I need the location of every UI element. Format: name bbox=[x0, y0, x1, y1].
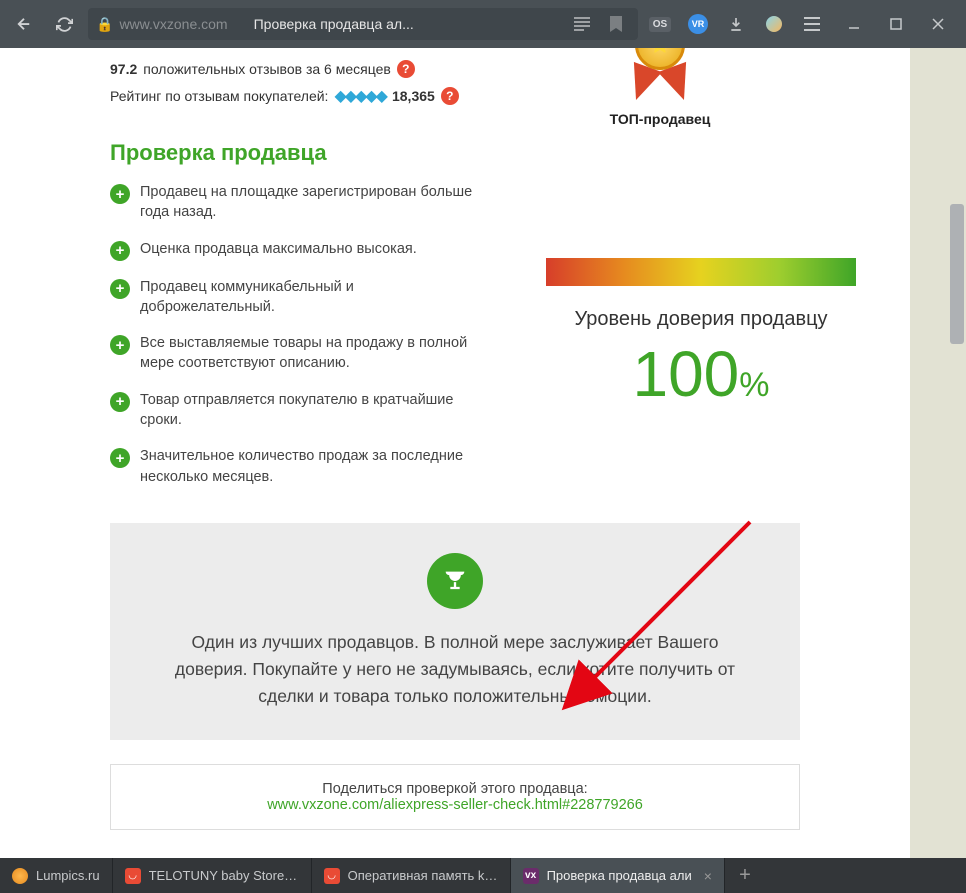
page-title-chrome: Проверка продавца ал... bbox=[254, 16, 414, 32]
tab-label: Проверка продавца али bbox=[547, 868, 692, 883]
positive-percent: 97.2 bbox=[110, 61, 137, 77]
check-item-text: Значительное количество продаж за послед… bbox=[140, 446, 480, 487]
bookmark-icon[interactable] bbox=[602, 10, 630, 38]
ext-vr-icon[interactable]: VR bbox=[684, 10, 712, 38]
ext-os-icon[interactable]: OS bbox=[646, 10, 674, 38]
verdict-box: Один из лучших продавцов. В полной мере … bbox=[110, 523, 800, 740]
reload-button[interactable] bbox=[48, 8, 80, 40]
section-title: Проверка продавца bbox=[0, 110, 910, 182]
share-box: Поделиться проверкой этого продавца: www… bbox=[110, 764, 800, 830]
help-icon[interactable]: ? bbox=[441, 87, 459, 105]
scrollbar[interactable] bbox=[948, 48, 966, 858]
top-seller-label: ТОП-продавец bbox=[580, 111, 740, 127]
trust-panel: Уровень доверия продавцу 100% bbox=[546, 258, 856, 411]
favicon: ◡ bbox=[125, 868, 141, 884]
plus-icon: + bbox=[110, 279, 130, 299]
check-list: + Продавец на площадке зарегистрирован бо… bbox=[0, 182, 480, 503]
plus-icon: + bbox=[110, 448, 130, 468]
maximize-button[interactable] bbox=[876, 8, 916, 40]
favicon: vx bbox=[523, 868, 539, 884]
tab-telotuny[interactable]: ◡ TELOTUNY baby Store - Sm bbox=[113, 858, 312, 893]
buyer-rating-label: Рейтинг по отзывам покупателей: bbox=[110, 88, 328, 104]
new-tab-button[interactable]: + bbox=[725, 858, 765, 893]
trust-value: 100 bbox=[632, 338, 739, 410]
share-label: Поделиться проверкой этого продавца: bbox=[127, 781, 783, 797]
close-window-button[interactable] bbox=[918, 8, 958, 40]
tab-lumpics[interactable]: Lumpics.ru bbox=[0, 858, 113, 893]
verdict-text: Один из лучших продавцов. В полной мере … bbox=[160, 629, 750, 710]
scrollbar-thumb[interactable] bbox=[950, 204, 964, 344]
positive-label: положительных отзывов за 6 месяцев bbox=[143, 61, 391, 77]
plus-icon: + bbox=[110, 184, 130, 204]
address-bar[interactable]: 🔒 www.vxzone.com Проверка продавца ал... bbox=[88, 8, 638, 40]
tab-label: Lumpics.ru bbox=[36, 868, 100, 883]
close-tab-icon[interactable]: × bbox=[704, 868, 712, 884]
favicon bbox=[12, 868, 28, 884]
diamond-icon: ◆◆◆◆◆ bbox=[334, 86, 386, 106]
plus-icon: + bbox=[110, 392, 130, 412]
url-text: www.vxzone.com bbox=[119, 16, 227, 32]
downloads-icon[interactable] bbox=[722, 10, 750, 38]
trust-percent-sign: % bbox=[739, 366, 769, 404]
check-item-text: Оценка продавца максимально высокая. bbox=[140, 239, 417, 259]
help-icon[interactable]: ? bbox=[397, 60, 415, 78]
favicon: ◡ bbox=[324, 868, 340, 884]
check-item-text: Продавец коммуникабельный и доброжелател… bbox=[140, 277, 480, 318]
trophy-icon bbox=[427, 553, 483, 609]
trust-label: Уровень доверия продавцу bbox=[546, 308, 856, 331]
menu-icon[interactable] bbox=[798, 10, 826, 38]
trust-gradient-bar bbox=[546, 258, 856, 286]
tab-label: Оперативная память kings bbox=[348, 868, 498, 883]
tab-label: TELOTUNY baby Store - Sm bbox=[149, 868, 299, 883]
reader-icon[interactable] bbox=[568, 10, 596, 38]
minimize-button[interactable] bbox=[834, 8, 874, 40]
check-item-text: Все выставляемые товары на продажу в пол… bbox=[140, 333, 480, 374]
tab-vxzone[interactable]: vx Проверка продавца али × bbox=[511, 858, 725, 893]
plus-icon: + bbox=[110, 335, 130, 355]
tab-ram[interactable]: ◡ Оперативная память kings bbox=[312, 858, 511, 893]
page-content: ⭐ ТОП-продавец 97.2 положительных отзыво… bbox=[0, 48, 910, 858]
lock-icon: 🔒 bbox=[96, 16, 113, 33]
back-button[interactable] bbox=[8, 8, 40, 40]
ext-dot-icon[interactable] bbox=[760, 10, 788, 38]
check-item-text: Товар отправляется покупателю в кратчайш… bbox=[140, 390, 480, 431]
tab-strip: Lumpics.ru ◡ TELOTUNY baby Store - Sm ◡ … bbox=[0, 858, 966, 893]
plus-icon: + bbox=[110, 241, 130, 261]
share-link[interactable]: www.vxzone.com/aliexpress-seller-check.h… bbox=[127, 797, 783, 813]
check-item-text: Продавец на площадке зарегистрирован бол… bbox=[140, 182, 480, 223]
top-seller-badge: ⭐ ТОП-продавец bbox=[580, 48, 740, 127]
buyer-rating-score: 18,365 bbox=[392, 88, 435, 104]
